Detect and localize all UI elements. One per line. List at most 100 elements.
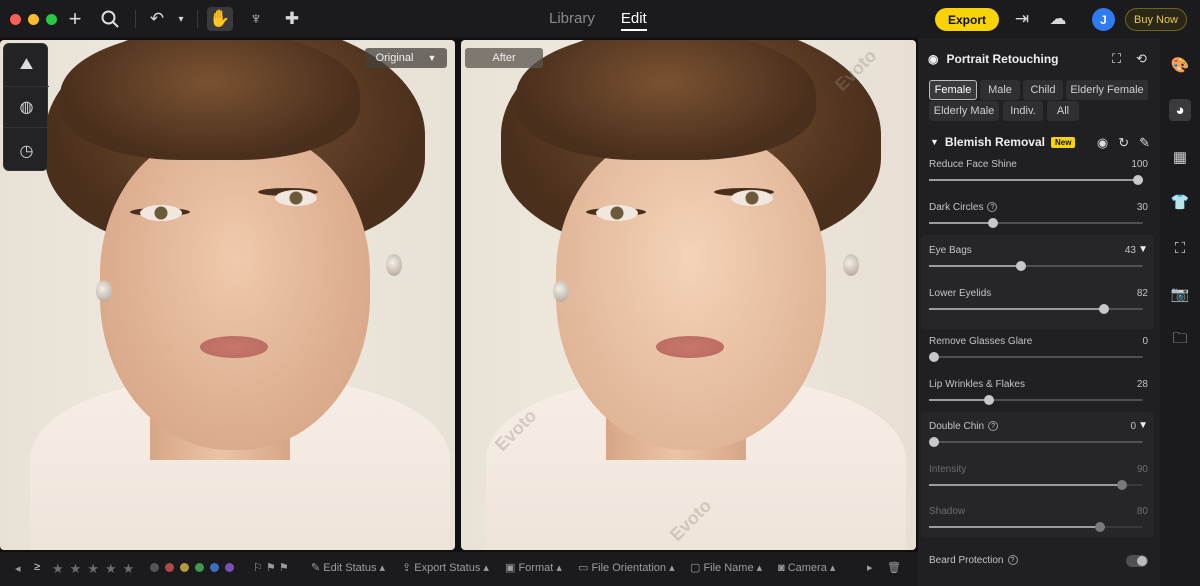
face-shape [100,130,370,450]
chip-elderly-female[interactable]: Elderly Female [1066,80,1148,100]
avatar[interactable]: J [1092,8,1115,31]
slider-track[interactable] [929,352,1143,362]
crop-icon[interactable]: ⛶ [1169,237,1191,259]
section-title: Blemish Removal [944,135,1045,149]
camera-icon[interactable]: 📷 [1169,283,1191,305]
slider-thumb[interactable] [984,395,994,405]
slider-value[interactable]: 30 [1137,202,1148,213]
close-window-button[interactable] [10,13,21,25]
clothing-icon[interactable]: 👕 [1169,191,1191,213]
chip-female[interactable]: Female [929,80,977,100]
slider-value[interactable]: 0 [1130,421,1136,432]
slider-thumb[interactable] [929,437,939,447]
filter-file-name[interactable]: ▢ File Name ▴ [690,561,762,574]
slider-track[interactable] [929,304,1143,314]
star-icon[interactable]: ★ [105,561,117,577]
maximize-window-button[interactable] [46,13,57,25]
minimize-window-button[interactable] [28,13,39,25]
tool-rail: 🎨 ◕ ▦ 👕 ⛶ 📷 🗀 [1160,38,1200,586]
slider-track[interactable] [929,437,1143,447]
window-controls [10,13,57,25]
slider-thumb[interactable] [988,218,998,228]
filter-file-orientation[interactable]: ▭ File Orientation ▴ [578,561,675,574]
slider-value[interactable]: 100 [1131,159,1148,170]
trash-icon[interactable]: 🗑 [887,561,901,574]
help-icon[interactable]: ? [987,202,998,213]
star-icon[interactable]: ★ [123,561,135,577]
color-label-gray[interactable] [150,563,159,572]
slider-track[interactable] [929,261,1143,271]
slider-fill [929,399,989,401]
history-icon[interactable]: ◷ [4,130,49,172]
filter-edit-status[interactable]: ✎ Edit Status ▴ [311,561,385,574]
texture-icon[interactable]: ◍ [4,86,49,128]
buy-now-button[interactable]: Buy Now [1125,8,1187,31]
star-icon[interactable]: ★ [70,561,82,577]
edit-icon[interactable]: ✎ [1139,135,1150,151]
slider-thumb[interactable] [1099,304,1109,314]
reset-icon[interactable]: ↻ [1118,135,1129,151]
export-button[interactable]: Export [935,8,999,31]
original-dropdown[interactable]: Original ▼ [365,48,447,68]
import-icon[interactable]: ⇥ [1011,8,1033,30]
new-badge: New [1050,136,1076,148]
color-label-yellow[interactable] [180,563,189,572]
rating-filter-icon[interactable]: ≥ [34,561,40,573]
color-label-red[interactable] [165,563,174,572]
filter-camera[interactable]: ◙ Camera ▴ [778,561,835,574]
chip-all[interactable]: All [1047,101,1079,121]
slider-track[interactable] [929,395,1143,405]
slider-value[interactable]: 28 [1137,379,1148,390]
portrait-icon[interactable]: ◕ [1169,99,1191,121]
slider-value[interactable]: 0 [1142,336,1148,347]
slider-track[interactable] [929,175,1143,185]
color-label-blue[interactable] [210,563,219,572]
star-icon[interactable]: ★ [87,561,99,577]
collapse-left-icon[interactable]: ◂ [15,562,21,575]
brush-tool-icon[interactable]: ♆ [245,8,267,30]
undo-icon[interactable]: ↶ [146,8,168,30]
help-icon[interactable]: ? [1007,555,1018,566]
search-icon[interactable] [99,8,121,30]
bandage-tool-icon[interactable]: ✚ [281,8,303,30]
visibility-icon[interactable]: ◉ [1097,135,1108,151]
help-icon[interactable]: ? [988,421,999,432]
expand-right-icon[interactable]: ▸ [867,561,873,574]
star-rating[interactable]: ★ ★ ★ ★ ★ [52,561,134,577]
slider-value[interactable]: 43 [1125,245,1136,256]
star-icon[interactable]: ★ [52,561,64,577]
slider-thumb[interactable] [929,352,939,362]
tab-library[interactable]: Library [549,10,595,31]
background-icon[interactable]: ▦ [1169,146,1191,168]
chip-male[interactable]: Male [980,80,1020,100]
beard-protection-toggle[interactable] [1126,555,1148,567]
chevron-down-icon[interactable]: ▾ [170,8,192,30]
color-label-purple[interactable] [225,563,234,572]
chip-child[interactable]: Child [1023,80,1063,100]
tab-edit[interactable]: Edit [620,10,647,31]
filter-export-status[interactable]: ⇪ Export Status ▴ [402,561,489,574]
slider-track[interactable] [929,218,1143,228]
flag-filter-icons[interactable]: ⚐ ⚑ ⚑ [253,561,289,574]
folder-settings-icon[interactable]: 🗀 [1169,329,1191,351]
slider-value[interactable]: 82 [1137,288,1148,299]
slider-value: 80 [1136,506,1148,517]
section-blemish-removal[interactable]: ▼ Blemish Removal New [930,135,1076,149]
chip-individual[interactable]: Indiv. [1003,101,1043,121]
slider-thumb[interactable] [1016,261,1026,271]
hand-tool-icon[interactable]: ✋ [207,7,233,31]
image-canvas[interactable]: Original ▼ Evoto Evoto Evoto After ◫ [0,38,918,584]
cloud-sync-icon[interactable]: ☁ [1047,8,1069,30]
palette-icon[interactable]: 🎨 [1169,54,1191,76]
color-label-green[interactable] [195,563,204,572]
add-icon[interactable]: + [64,6,86,31]
slider-thumb[interactable] [1133,175,1143,185]
filter-format[interactable]: ▣ Format ▴ [505,561,562,574]
adjust-image-icon[interactable]: ⛰ [4,44,49,86]
reset-panel-icon[interactable]: ⟲ [1136,51,1147,67]
chip-elderly-male[interactable]: Elderly Male [929,101,999,121]
caret-down-icon[interactable]: ▼ [1138,244,1148,255]
caret-down-icon[interactable]: ▼ [1138,420,1148,431]
slider-label: Lip Wrinkles & Flakes [929,379,1025,390]
face-select-icon[interactable]: ⛶ [1112,51,1121,67]
